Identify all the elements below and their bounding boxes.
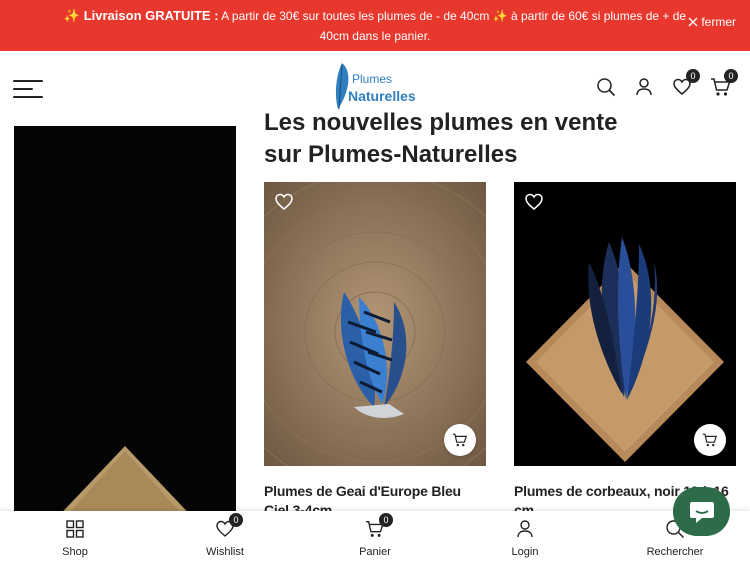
product-image[interactable]: [264, 182, 486, 466]
nav-login[interactable]: Login: [450, 511, 600, 563]
cart-icon: [452, 433, 467, 447]
add-to-wishlist-button[interactable]: [274, 192, 294, 212]
heart-icon: [525, 193, 543, 210]
account-icon: [515, 519, 535, 539]
promo-message: ✨ Livraison GRATUITE : A partir de 30€ s…: [60, 6, 690, 46]
product-card[interactable]: Plumes de Geai d'Europe Bleu Ciel 3-4cm: [264, 182, 486, 520]
menu-icon[interactable]: [13, 80, 43, 98]
logo-line1: Plumes: [352, 72, 392, 86]
site-header: Plumes Naturelles 0 0: [0, 51, 750, 111]
nav-wishlist[interactable]: 0 Wishlist: [150, 511, 300, 563]
heart-icon: 0: [215, 513, 243, 539]
nav-search-label: Rechercher: [646, 546, 704, 558]
close-icon: [688, 17, 698, 27]
chat-icon: [689, 501, 714, 523]
add-to-cart-button[interactable]: [694, 424, 726, 456]
add-to-wishlist-button[interactable]: [524, 192, 544, 212]
site-logo[interactable]: Plumes Naturelles: [330, 61, 422, 113]
promo-close-label: fermer: [701, 15, 736, 29]
promo-bar: ✨ Livraison GRATUITE : A partir de 30€ s…: [0, 0, 750, 51]
chat-button[interactable]: [673, 487, 730, 536]
product-card[interactable]: Plumes de corbeaux, noir 12 à 16 cm: [514, 182, 736, 520]
hero-banner-image[interactable]: [14, 126, 236, 563]
nav-login-label: Login: [511, 546, 539, 558]
promo-text: A partir de 30€ sur toutes les plumes de…: [221, 9, 687, 43]
promo-bold: ✨ Livraison GRATUITE :: [63, 8, 219, 23]
cart-icon: [702, 433, 717, 447]
promo-close-button[interactable]: fermer: [688, 15, 736, 29]
cart-count-badge: 0: [724, 69, 738, 83]
nav-wishlist-badge: 0: [229, 513, 243, 527]
wishlist-count-badge: 0: [686, 69, 700, 83]
nav-wishlist-label: Wishlist: [206, 546, 244, 558]
search-icon[interactable]: [596, 77, 616, 99]
logo-line2: Naturelles: [348, 88, 416, 104]
product-image[interactable]: [514, 182, 736, 466]
nav-panier-label: Panier: [359, 546, 391, 558]
nav-panier-badge: 0: [379, 513, 393, 527]
section-title: Les nouvelles plumes en vente sur Plumes…: [264, 109, 618, 168]
nav-shop[interactable]: Shop: [0, 511, 150, 563]
heart-icon: [275, 193, 293, 210]
account-icon[interactable]: [634, 77, 654, 99]
cart-icon: 0: [365, 513, 393, 539]
cart-header-button[interactable]: 0: [710, 69, 738, 99]
nav-shop-label: Shop: [62, 546, 88, 558]
nav-panier[interactable]: 0 Panier: [300, 511, 450, 563]
header-icons: 0 0: [596, 69, 738, 99]
bottom-nav: Shop 0 Wishlist 0 Panier Login Recherche…: [0, 511, 750, 563]
wishlist-header-button[interactable]: 0: [672, 69, 700, 99]
add-to-cart-button[interactable]: [444, 424, 476, 456]
grid-icon: [65, 519, 85, 539]
